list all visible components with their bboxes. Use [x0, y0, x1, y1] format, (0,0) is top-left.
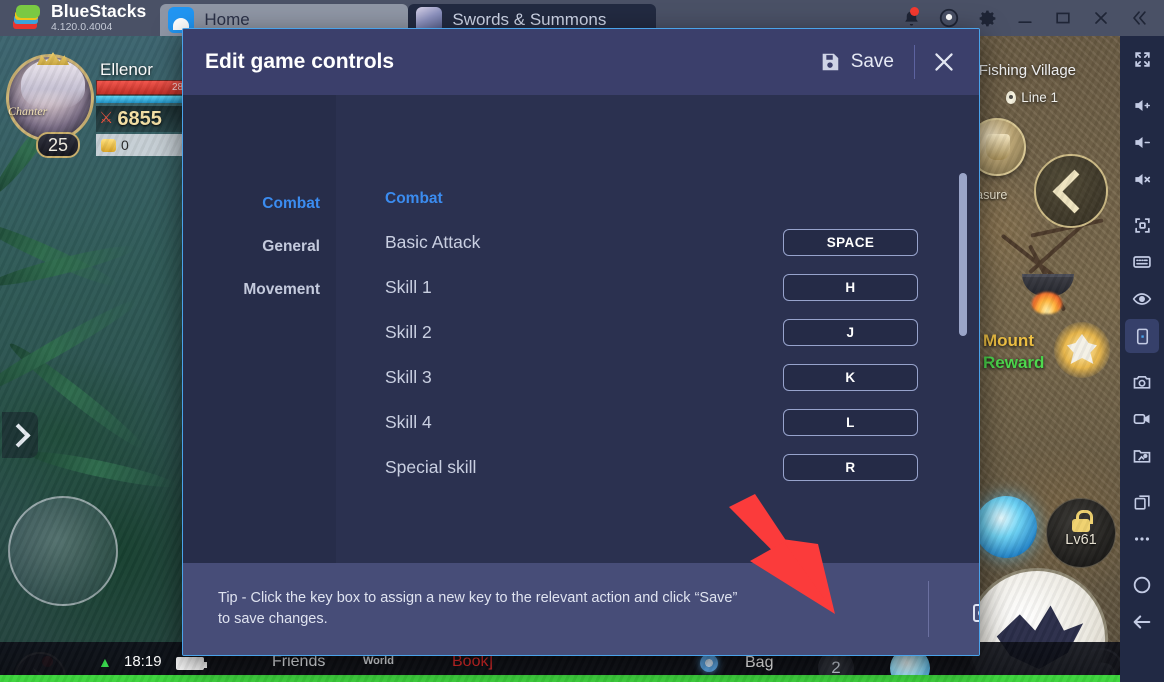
control-row: Skill 4 L — [385, 400, 979, 445]
control-action-label: Skill 2 — [385, 322, 432, 342]
section-title-combat: Combat — [385, 190, 443, 207]
scrollbar-thumb[interactable] — [959, 173, 967, 336]
sidebar-item-combat[interactable]: Combat — [262, 195, 320, 213]
key-binding-box[interactable]: K — [783, 364, 918, 391]
advanced-settings-icon — [973, 604, 979, 622]
sidebar-item-movement[interactable]: Movement — [243, 281, 320, 299]
control-action-label: Skill 3 — [385, 367, 432, 387]
edit-game-controls-dialog: Edit game controls Save Combat General M… — [182, 28, 980, 656]
control-row: Skill 2 J — [385, 310, 979, 355]
control-rows: Basic Attack SPACE Skill 1 H Skill 2 J S… — [385, 220, 979, 490]
control-row: Basic Attack SPACE — [385, 220, 979, 265]
modal-overlay: Edit game controls Save Combat General M… — [0, 0, 1164, 682]
controls-list-panel: Combat Basic Attack SPACE Skill 1 H Skil… — [336, 95, 979, 563]
key-binding-box[interactable]: L — [783, 409, 918, 436]
key-binding-box[interactable]: SPACE — [783, 229, 918, 256]
content-scrollbar[interactable] — [959, 173, 967, 563]
dialog-body: Combat General Movement Combat Basic Att… — [183, 95, 979, 563]
save-button-label: Save — [850, 51, 894, 72]
control-action-label: Skill 4 — [385, 412, 432, 432]
tip-text: Tip - Click the key box to assign a new … — [218, 590, 738, 627]
sidebar-item-general[interactable]: General — [262, 238, 320, 256]
footer-divider — [928, 581, 929, 637]
key-binding-box[interactable]: H — [783, 274, 918, 301]
dialog-sidebar: Combat General Movement — [183, 95, 336, 563]
control-row: Skill 3 K — [385, 355, 979, 400]
save-floppy-icon — [819, 51, 841, 73]
bluestacks-window: 25 Ellenor Chanter 2894/ ⚔ 6855 0 Fishin… — [0, 0, 1164, 682]
save-button[interactable]: Save — [805, 45, 908, 79]
control-action-label: Basic Attack — [385, 232, 481, 252]
key-binding-box[interactable]: R — [783, 454, 918, 481]
control-row: Skill 1 H — [385, 265, 979, 310]
advanced-settings-button[interactable]: Advanced Settings — [973, 595, 979, 631]
dialog-footer: Tip - Click the key box to assign a new … — [183, 563, 979, 655]
control-action-label: Special skill — [385, 457, 477, 477]
dialog-title: Edit game controls — [205, 50, 395, 73]
header-divider — [914, 45, 915, 79]
control-row: Special skill R — [385, 445, 979, 490]
dialog-close-button[interactable] — [921, 39, 967, 85]
dialog-header: Edit game controls Save — [183, 29, 979, 95]
key-binding-box[interactable]: J — [783, 319, 918, 346]
control-action-label: Skill 1 — [385, 277, 432, 297]
